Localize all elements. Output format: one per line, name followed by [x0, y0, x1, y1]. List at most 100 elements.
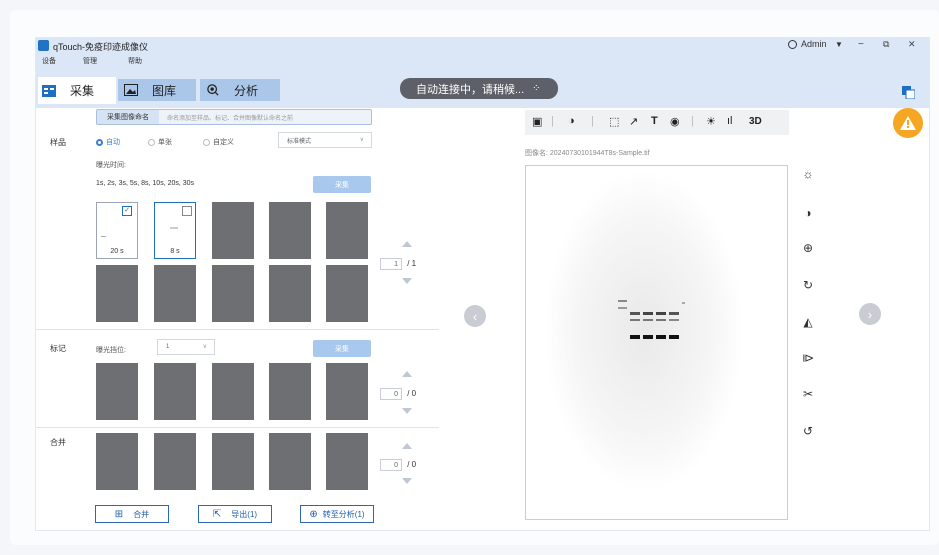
chevron-right-icon: ›: [867, 306, 873, 322]
text-icon[interactable]: T: [651, 115, 658, 127]
image-icon[interactable]: ▣: [532, 115, 542, 128]
checkbox-checked-icon[interactable]: ✓: [122, 206, 132, 216]
image-icon: [124, 84, 138, 96]
viewer-toolbar: ▣ | ◑ | ⬚ ↗ T ◉ | ☀ ıl 3D: [525, 110, 789, 135]
sample-thumb-1[interactable]: ✓ 20 s: [96, 202, 138, 259]
empty-thumb: [269, 202, 311, 259]
image-viewer[interactable]: [525, 165, 788, 520]
crop-icon[interactable]: ✂: [801, 387, 815, 401]
warning-icon[interactable]: [893, 108, 923, 138]
name-field[interactable]: 采集图像命名 命名添加至样品、标记、合并图像默认命名之前: [96, 109, 372, 125]
title-bar: qTouch-免疫印迹成像仪 Admin ▼ − ⧉ ✕: [36, 38, 929, 54]
gear-label: 曝光挡位:: [96, 347, 126, 354]
empty-thumb: [326, 433, 368, 490]
mode-select-value: 标准模式: [287, 138, 312, 145]
menu-device[interactable]: 设备: [42, 56, 56, 66]
tab-gallery[interactable]: 图库: [118, 79, 196, 101]
chevron-down-icon: ▼: [835, 40, 843, 49]
divider: [36, 427, 439, 428]
empty-thumb: [269, 433, 311, 490]
thumb-exposure-label: 20 s: [110, 248, 124, 255]
contrast-icon[interactable]: ◑: [801, 206, 815, 220]
page-down-icon[interactable]: [402, 408, 412, 414]
prev-image-button[interactable]: ‹: [464, 305, 486, 327]
3d-icon[interactable]: 3D: [749, 116, 762, 127]
flip-vertical-icon[interactable]: ◭: [801, 315, 815, 329]
brightness-icon[interactable]: ☼: [801, 167, 815, 181]
minimize-button[interactable]: −: [858, 39, 864, 50]
gear-select-value: 1: [166, 344, 170, 350]
mode-single-radio[interactable]: 单张: [148, 137, 172, 147]
tab-analysis[interactable]: 分析: [200, 79, 280, 101]
app-window: qTouch-免疫印迹成像仪 Admin ▼ − ⧉ ✕ 设备 管理 帮助 采集…: [35, 37, 930, 531]
to-analysis-button[interactable]: ⊕ 转至分析(1): [300, 505, 374, 523]
export-icon: ⇱: [212, 508, 222, 520]
sample-pager: 1 / 1: [380, 258, 416, 270]
arrow-icon[interactable]: ↗: [629, 115, 638, 128]
page-input[interactable]: 1: [380, 258, 402, 270]
menu-manage[interactable]: 管理: [83, 56, 97, 66]
user-menu[interactable]: Admin ▼: [788, 39, 843, 50]
tab-capture[interactable]: 采集: [38, 77, 116, 104]
menu-help[interactable]: 帮助: [128, 56, 142, 66]
flip-horizontal-icon[interactable]: ⧐: [801, 351, 815, 365]
page-up-icon[interactable]: [402, 371, 412, 377]
export-button[interactable]: ⇱ 导出(1): [198, 505, 272, 523]
page-up-icon[interactable]: [402, 443, 412, 449]
mode-custom-radio[interactable]: 自定义: [203, 137, 234, 147]
page-down-icon[interactable]: [402, 278, 412, 284]
marker-capture-button[interactable]: 采集: [313, 340, 371, 357]
empty-thumb: [212, 433, 254, 490]
thumb-exposure-label: 8 s: [170, 248, 180, 255]
empty-thumb: [326, 363, 368, 420]
empty-thumb: [96, 265, 138, 322]
empty-thumb: [154, 363, 196, 420]
sample-label: 样品: [50, 138, 66, 147]
merge-button[interactable]: ⊞ 合并: [95, 505, 169, 523]
page-total: / 0: [407, 389, 417, 398]
select-icon[interactable]: ⬚: [609, 115, 619, 128]
histogram-icon[interactable]: ıl: [727, 115, 733, 127]
sample-thumb-2[interactable]: 8 s: [154, 202, 196, 259]
zoom-icon[interactable]: ⊕: [801, 241, 815, 255]
chevron-down-icon: ∨: [359, 137, 364, 143]
mode-select[interactable]: 标准模式 ∨: [278, 132, 372, 148]
page-down-icon[interactable]: [402, 478, 412, 484]
image-filename: 图像名: 20240730101944T8s-Sample.tif: [525, 150, 650, 157]
restore-button[interactable]: ⧉: [883, 39, 889, 50]
toolbar-separator: |: [691, 115, 694, 127]
chevron-left-icon: ‹: [472, 308, 478, 324]
merge-icon: ⊞: [114, 508, 124, 520]
empty-thumb: [212, 202, 254, 259]
next-image-button[interactable]: ›: [859, 303, 881, 325]
brightness-icon[interactable]: ☀: [706, 115, 716, 128]
tab-analysis-label: 分析: [234, 83, 259, 98]
page-input[interactable]: 0: [380, 459, 402, 471]
divider: [36, 329, 439, 330]
user-avatar-icon: [788, 40, 797, 50]
sample-capture-button[interactable]: 采集: [313, 176, 371, 193]
page-up-icon[interactable]: [402, 241, 412, 247]
toolbar-separator: |: [591, 115, 594, 127]
connection-status: 自动连接中，请稍候... ⁘: [400, 78, 558, 99]
name-button[interactable]: 采集图像命名: [97, 110, 159, 124]
user-name: Admin: [801, 39, 827, 49]
checkbox-empty-icon[interactable]: [182, 206, 192, 216]
mode-auto-radio[interactable]: 自动: [96, 137, 120, 147]
analyze-icon: [207, 84, 219, 96]
close-button[interactable]: ✕: [908, 39, 916, 50]
rotate-icon[interactable]: ↻: [801, 278, 815, 292]
gear-select[interactable]: 1 ∨: [157, 339, 215, 355]
reset-icon[interactable]: ↺: [801, 424, 815, 438]
contrast-icon[interactable]: ◑: [568, 115, 575, 127]
panel-toggle-icon[interactable]: [902, 86, 915, 99]
page-total: / 1: [407, 259, 417, 268]
merge-pager: 0 / 0: [380, 459, 416, 471]
eye-icon[interactable]: ◉: [670, 115, 680, 128]
page-total: / 0: [407, 460, 417, 469]
empty-thumb: [326, 202, 368, 259]
status-text: 自动连接中，请稍候...: [416, 83, 525, 96]
page-input[interactable]: 0: [380, 388, 402, 400]
grid-icon: [42, 84, 56, 97]
empty-thumb: [326, 265, 368, 322]
